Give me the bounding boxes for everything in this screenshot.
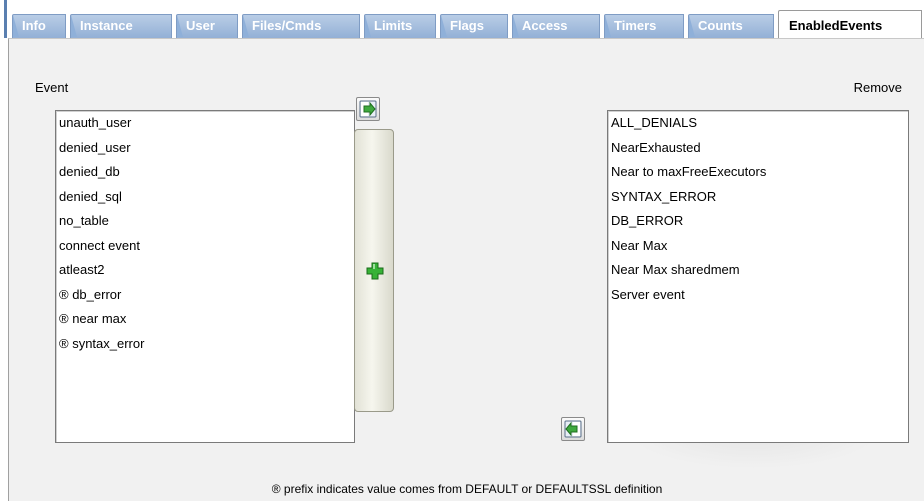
list-item[interactable]: ALL_DENIALS (608, 111, 908, 136)
list-item[interactable]: Server event (608, 283, 908, 308)
list-item[interactable]: denied_db (56, 160, 354, 185)
tab-strip-edge (4, 0, 7, 38)
tab-files-cmds[interactable]: Files/Cmds (242, 14, 360, 38)
arrow-left-icon (564, 420, 582, 438)
tab-limits[interactable]: Limits (364, 14, 436, 38)
event-listbox[interactable]: unauth_user denied_user denied_db denied… (55, 110, 355, 443)
tab-enabledevents[interactable]: EnabledEvents (778, 10, 922, 40)
enabled-events-panel: Event Remove unauth_user denied_user den… (8, 38, 924, 501)
list-item[interactable]: NearExhausted (608, 136, 908, 161)
tab-counts[interactable]: Counts (688, 14, 774, 38)
tab-info[interactable]: Info (12, 14, 66, 38)
event-list-label: Event (35, 80, 69, 95)
list-item[interactable]: denied_sql (56, 185, 354, 210)
list-item[interactable]: unauth_user (56, 111, 354, 136)
list-item[interactable]: ® near max (56, 307, 354, 332)
move-to-enabled-button[interactable] (356, 97, 380, 121)
list-item[interactable]: ® syntax_error (56, 332, 354, 357)
arrow-right-icon (359, 100, 377, 118)
list-item[interactable]: denied_user (56, 136, 354, 161)
tab-user[interactable]: User (176, 14, 238, 38)
list-item[interactable]: DB_ERROR (608, 209, 908, 234)
list-item[interactable]: SYNTAX_ERROR (608, 185, 908, 210)
plus-icon (366, 262, 384, 280)
list-item[interactable]: Near Max sharedmem (608, 258, 908, 283)
list-item[interactable]: connect event (56, 234, 354, 259)
remove-list-label: Remove (853, 80, 902, 95)
list-item[interactable]: atleast2 (56, 258, 354, 283)
remove-listbox[interactable]: ALL_DENIALS NearExhausted Near to maxFre… (607, 110, 909, 443)
move-to-available-button[interactable] (561, 417, 585, 441)
footer-note: ® prefix indicates value comes from DEFA… (271, 482, 663, 496)
list-item[interactable]: Near to maxFreeExecutors (608, 160, 908, 185)
add-event-button[interactable] (354, 129, 394, 412)
tab-instance[interactable]: Instance (70, 14, 172, 38)
list-item[interactable]: ® db_error (56, 283, 354, 308)
tab-strip: Info Instance User Files/Cmds Limits Fla… (0, 0, 924, 40)
tab-flags[interactable]: Flags (440, 14, 508, 38)
tab-access[interactable]: Access (512, 14, 600, 38)
tab-timers[interactable]: Timers (604, 14, 684, 38)
list-item[interactable]: no_table (56, 209, 354, 234)
list-item[interactable]: Near Max (608, 234, 908, 259)
